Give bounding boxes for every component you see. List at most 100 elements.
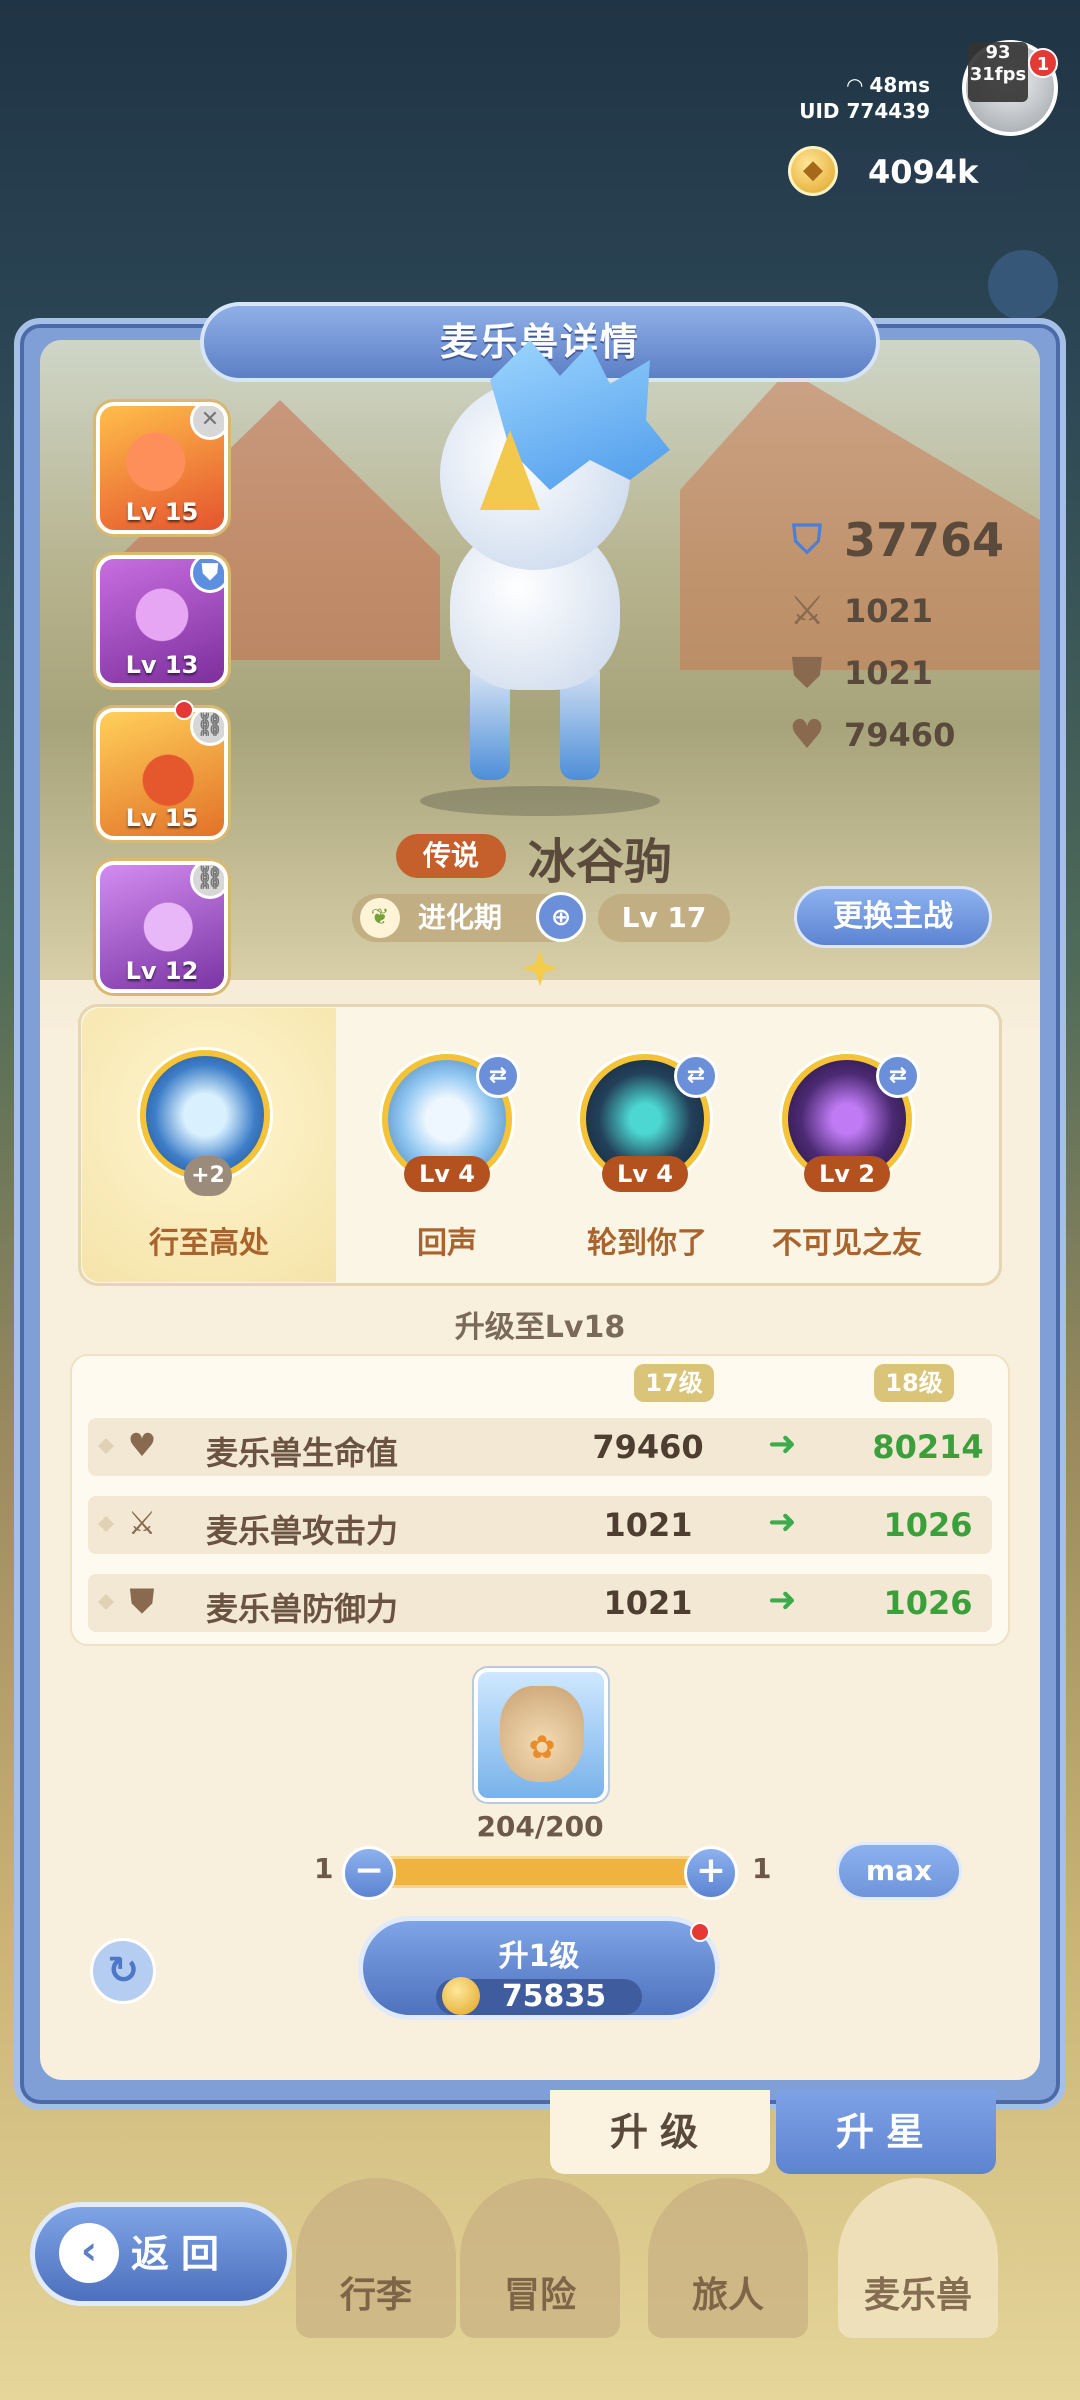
pet-level: Lv 15 [125,804,199,832]
attack-row: ⚔ 1021 [782,580,1032,642]
stats-panel: ⛉ 37764 ⚔ 1021 ⛊ 1021 ♥ 79460 [782,500,1032,766]
swap-main-button[interactable]: 更换主战 [794,886,992,948]
skill-icon-main[interactable]: +2 [140,1050,270,1196]
minus-button[interactable]: − [342,1846,396,1900]
skill-icon-your-turn[interactable]: Lv 4 ⇄ [580,1054,718,1192]
skill-level: Lv 4 [602,1156,688,1192]
hp-value: 79460 [844,716,956,754]
pet-level-pill: Lv 17 [598,894,730,942]
arrow-right-icon: ➜ [768,1580,797,1620]
plus-button[interactable]: + [684,1846,738,1900]
current-value: 79460 [592,1428,704,1466]
pet-level: Lv 15 [125,498,199,526]
pet-level: Lv 12 [125,957,199,985]
link-icon[interactable]: ⛓ [190,712,224,746]
swap-icon[interactable]: ⇄ [876,1054,920,1098]
coin-balance[interactable]: ◆ 4094k [788,146,1031,196]
swap-icon[interactable]: ⇄ [476,1054,520,1098]
skill-icon-invisible-friend[interactable]: Lv 2 ⇄ [782,1054,920,1192]
shield-icon[interactable]: ⛊ [190,559,224,593]
row-marker [98,1594,114,1610]
stage-label: 进化期 [418,901,503,934]
arrow-right-icon: ➜ [768,1424,797,1464]
upgrade-title: 升级至Lv18 [454,1310,626,1345]
heart-icon: ♥ [127,1426,157,1464]
pet-card-4[interactable]: Lv 12 ⛓ [96,861,228,993]
ping-text: 48ms [869,73,930,97]
link-icon[interactable]: ⛓ [190,865,224,899]
table-row: ⛊ 麦乐兽防御力 1021 ➜ 1026 [88,1574,992,1632]
skill-name: 行至高处 [149,1226,269,1261]
fps-top-value: 93 [985,42,1011,63]
skill-icon-echo[interactable]: Lv 4 ⇄ [382,1054,520,1192]
hp-row: ♥ 79460 [782,704,1032,766]
evolution-stage: ❦ 进化期 ⊕ [352,892,586,942]
max-button[interactable]: max [836,1842,962,1900]
shield-icon: ⛊ [792,650,822,696]
magnify-icon[interactable]: ⊕ [536,892,586,942]
skill-level: Lv 4 [404,1156,490,1192]
table-row: ♥ 麦乐兽生命值 79460 ➜ 80214 [88,1418,992,1476]
network-status: ◠ 48ms UID 774439 [799,72,930,124]
tab-upgrade[interactable]: 升级 [550,2090,770,2174]
skill-level: Lv 2 [804,1156,890,1192]
tab-star-up[interactable]: 升星 [776,2090,996,2174]
current-value: 1021 [603,1506,693,1544]
fps-counter: 93 31fps [968,42,1028,102]
skill-bonus-badge: +2 [184,1156,232,1196]
nav-bag[interactable]: 行李 [296,2178,456,2338]
item-count: 204/200 [476,1810,604,1843]
pet-level: Lv 13 [125,651,199,679]
row-label: 麦乐兽攻击力 [206,1512,399,1550]
row-label: 麦乐兽防御力 [206,1590,399,1628]
next-value: 1026 [883,1506,973,1544]
next-level-header: 18级 [874,1364,954,1402]
next-value: 1026 [883,1584,973,1622]
nav-adventure[interactable]: 冒险 [460,2178,620,2338]
nav-label: 麦乐兽 [863,2275,972,2316]
defense-value: 1021 [844,654,934,692]
nav-label: 冒险 [503,2275,576,2316]
arrow-right-icon: ➜ [768,1502,797,1542]
refresh-icon[interactable]: ↻ [90,1938,156,2004]
close-icon[interactable]: ✕ [190,406,224,440]
nav-label: 旅人 [691,2275,764,2316]
slider-min-label: 1 [314,1852,334,1885]
monster-shadow [420,786,660,816]
food-bag-item[interactable]: ✿ [474,1668,608,1802]
red-dot-indicator [174,700,194,720]
row-marker [98,1438,114,1454]
coin-amount: 4094k [868,153,979,191]
row-marker [98,1516,114,1532]
shield-icon: ⛊ [129,1582,154,1620]
gift-icon[interactable] [988,250,1058,320]
swap-icon[interactable]: ⇄ [674,1054,718,1098]
nav-pet[interactable]: 麦乐兽 [838,2178,998,2338]
coin-icon [442,1977,480,2015]
nav-label: 行李 [339,2275,412,2316]
back-label: 返回 [131,2232,232,2276]
defense-row: ⛊ 1021 [782,642,1032,704]
current-value: 1021 [603,1584,693,1622]
pet-card-3[interactable]: Lv 15 ⛓ [96,708,228,840]
current-level-header: 17级 [634,1364,714,1402]
nav-traveler[interactable]: 旅人 [648,2178,808,2338]
level-up-button[interactable]: 升1级 75835 [358,1916,720,2020]
table-row: ⚔ 麦乐兽攻击力 1021 ➜ 1026 [88,1496,992,1554]
fps-value: 31fps [969,64,1027,85]
next-value: 80214 [872,1428,984,1466]
power-shield-icon: ⛉ [792,517,822,563]
pet-card-2[interactable]: Lv 13 ⛊ [96,555,228,687]
crossed-swords-icon: ⚔ [127,1504,157,1542]
notification-badge: 1 [1028,48,1058,78]
quantity-slider[interactable] [366,1856,710,1888]
power-value: 37764 [844,513,1005,567]
cost-value: 75835 [501,1979,607,2014]
uid-text: UID 774439 [799,99,930,123]
back-button[interactable]: ‹ 返回 [30,2202,292,2306]
coin-icon: ◆ [788,146,838,196]
skill-name: 回声 [417,1226,477,1261]
pet-card-1[interactable]: Lv 15 ✕ [96,402,228,534]
leaf-icon: ❦ [360,898,400,938]
power-row: ⛉ 37764 [782,500,1032,580]
